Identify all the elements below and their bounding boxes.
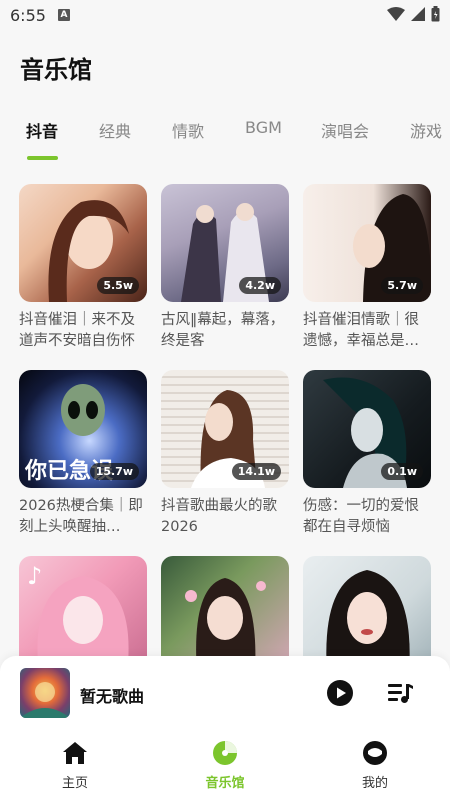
category-tabs: 抖音 经典 情歌 BGM 演唱会 游戏 bbox=[0, 118, 450, 168]
play-icon[interactable] bbox=[326, 679, 354, 707]
tab-classic[interactable]: 经典 bbox=[99, 118, 131, 142]
playlist-title: 抖音催泪情歌｜很遗憾，幸福总是… bbox=[303, 312, 419, 349]
playlist-title: 2026热梗合集｜即刻上头唤醒抽… bbox=[19, 498, 143, 535]
play-count: 0.1w bbox=[381, 463, 423, 480]
play-count: 5.7w bbox=[381, 277, 423, 294]
tab-love-songs[interactable]: 情歌 bbox=[172, 118, 204, 142]
page-title: 音乐馆 bbox=[20, 56, 92, 84]
playlist-cover: 14.1w bbox=[161, 370, 289, 488]
notification-icon: A bbox=[58, 9, 70, 21]
playlist-card[interactable]: 4.2w 古风‖幕起，幕落，终是客 bbox=[161, 184, 289, 352]
playlist-cover: 5.7w bbox=[303, 184, 431, 302]
playlist-card[interactable]: 5.7w 抖音催泪情歌｜很遗憾，幸福总是… bbox=[303, 184, 431, 352]
bottom-nav: 主页 音乐馆 我的 bbox=[0, 740, 450, 800]
nav-home-label: 主页 bbox=[61, 776, 88, 791]
playlist-cover: 4.2w bbox=[161, 184, 289, 302]
playlist-cover: 你已急误 15.7w bbox=[19, 370, 147, 488]
home-icon bbox=[63, 742, 87, 764]
status-bar: 6:55 A bbox=[0, 0, 450, 32]
tab-bgm[interactable]: BGM bbox=[245, 118, 282, 137]
playlist-cover: 0.1w bbox=[303, 370, 431, 488]
album-cover bbox=[20, 668, 70, 718]
music-hall-icon bbox=[213, 741, 237, 765]
nav-home[interactable]: 主页 bbox=[35, 740, 115, 791]
nav-music-hall[interactable]: 音乐馆 bbox=[185, 740, 265, 791]
playlist-cover: 5.5w bbox=[19, 184, 147, 302]
play-count: 14.1w bbox=[231, 463, 281, 480]
play-count: 5.5w bbox=[97, 277, 139, 294]
playlist-title: 古风‖幕起，幕落，终是客 bbox=[161, 312, 285, 349]
now-playing-title: 暂无歌曲 bbox=[80, 687, 145, 706]
status-time: 6:55 bbox=[10, 6, 46, 25]
playlist-card[interactable]: 14.1w 抖音歌曲最火的歌2026 bbox=[161, 370, 289, 538]
tab-games[interactable]: 游戏 bbox=[410, 118, 442, 142]
playlist-card[interactable]: 5.5w 抖音催泪｜来不及道声不安暗自伤怀 bbox=[19, 184, 147, 352]
svg-text:♪: ♪ bbox=[27, 562, 42, 590]
signal-icon bbox=[411, 7, 425, 21]
profile-icon bbox=[363, 741, 387, 765]
play-count: 15.7w bbox=[89, 463, 139, 480]
playlist-card[interactable]: 你已急误 15.7w 2026热梗合集｜即刻上头唤醒抽… bbox=[19, 370, 147, 538]
tab-concert[interactable]: 演唱会 bbox=[321, 118, 369, 142]
playlist-card[interactable]: 0.1w 伤感：一切的爱恨 都在自寻烦恼 bbox=[303, 370, 431, 538]
playlist-title: 抖音催泪｜来不及道声不安暗自伤怀 bbox=[19, 312, 135, 349]
playlist-title: 伤感：一切的爱恨 都在自寻烦恼 bbox=[303, 498, 419, 535]
battery-icon bbox=[431, 6, 440, 22]
nav-profile[interactable]: 我的 bbox=[335, 740, 415, 791]
tab-douyin[interactable]: 抖音 bbox=[26, 118, 58, 142]
active-tab-indicator bbox=[27, 156, 58, 160]
play-count: 4.2w bbox=[239, 277, 281, 294]
wifi-icon bbox=[387, 7, 405, 21]
nav-music-hall-label: 音乐馆 bbox=[205, 776, 245, 791]
nav-profile-label: 我的 bbox=[361, 776, 388, 791]
playlist-queue-icon[interactable] bbox=[386, 681, 414, 705]
playlist-title: 抖音歌曲最火的歌2026 bbox=[161, 498, 277, 535]
